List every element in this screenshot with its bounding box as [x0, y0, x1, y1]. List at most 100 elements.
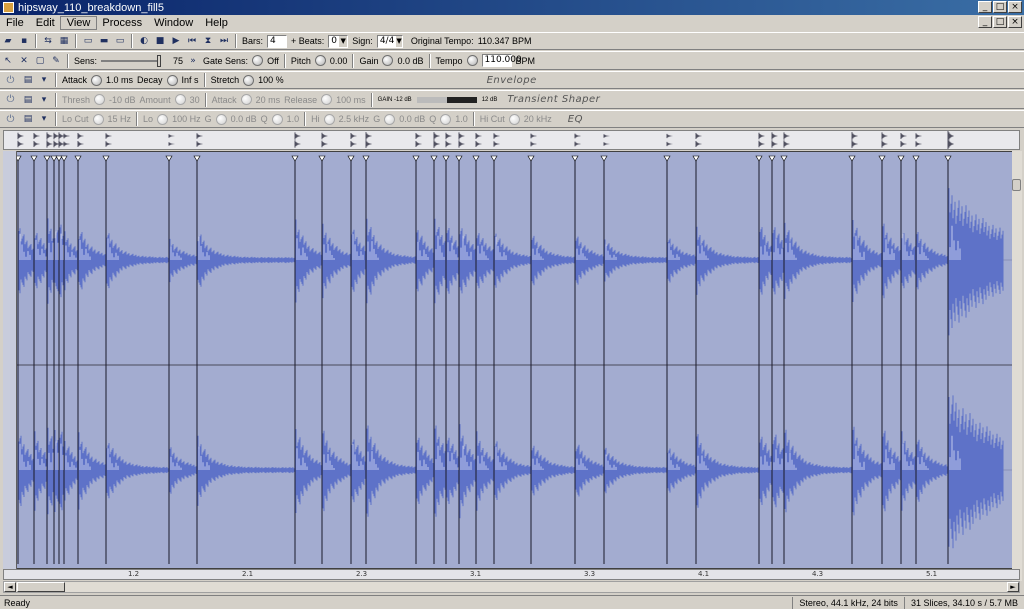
hi-g-knob[interactable]: [384, 113, 396, 125]
slice-marker[interactable]: [291, 155, 299, 564]
envelope-power-icon[interactable]: ⏻: [4, 74, 17, 87]
attack-knob[interactable]: [91, 74, 103, 86]
hi-knob[interactable]: [323, 113, 335, 125]
lo-knob[interactable]: [157, 113, 169, 125]
tempo-knob[interactable]: [466, 55, 478, 66]
slice-marker[interactable]: [600, 155, 608, 564]
slice-marker[interactable]: [527, 155, 535, 564]
chevron-down-icon[interactable]: ▾: [37, 112, 51, 126]
transient-preset-icon[interactable]: ▤: [21, 93, 35, 107]
gain-knob[interactable]: [382, 55, 394, 66]
gain-meter-left-label: GAIN -12 dB: [377, 96, 412, 103]
slice-marker[interactable]: [165, 155, 173, 564]
menu-window[interactable]: Window: [148, 17, 199, 29]
bars-input[interactable]: 4: [267, 34, 288, 48]
status-bar: Ready Stereo, 44.1 kHz, 24 bits 31 Slice…: [0, 595, 1024, 609]
pitch-knob[interactable]: [314, 55, 326, 66]
play-icon[interactable]: ▶: [169, 34, 183, 48]
timeline-ruler[interactable]: 1.2 2.1 2.3 3.1 3.3 4.1 4.3 5.1: [3, 569, 1020, 580]
hi-q-knob[interactable]: [440, 113, 452, 125]
menu-process[interactable]: Process: [96, 17, 148, 29]
maximize-button[interactable]: □: [993, 1, 1007, 13]
doc-minimize-button[interactable]: _: [978, 16, 992, 28]
close-button[interactable]: ×: [1008, 1, 1022, 13]
sign-select[interactable]: 4/4 ▼: [376, 34, 403, 48]
slice-marker[interactable]: [455, 155, 463, 564]
pencil-tool-icon[interactable]: ✎: [49, 54, 63, 68]
slice-marker[interactable]: [412, 155, 420, 564]
hi-value: 2.5 kHz: [338, 114, 370, 124]
window-title: hipsway_110_breakdown_fill5: [18, 1, 164, 14]
slice-marker[interactable]: [193, 155, 201, 564]
slice-marker[interactable]: [347, 155, 355, 564]
minimize-button[interactable]: _: [978, 1, 992, 13]
skip-end-icon[interactable]: ⏭: [217, 34, 231, 48]
loop-icon[interactable]: ⧗: [201, 34, 215, 48]
amount-knob[interactable]: [174, 94, 186, 105]
stretch-knob[interactable]: [243, 74, 255, 86]
layout-2-icon[interactable]: ▬: [97, 34, 111, 48]
lock-tool-icon[interactable]: ▢: [33, 54, 47, 68]
envelope-preset-icon[interactable]: ▤: [21, 73, 35, 87]
save-icon[interactable]: ▪: [17, 34, 31, 48]
slice-marker[interactable]: [755, 155, 763, 564]
slice-marker[interactable]: [43, 155, 51, 564]
menu-help[interactable]: Help: [199, 17, 234, 29]
chevron-down-icon[interactable]: ▾: [37, 93, 51, 107]
chevron-down-icon[interactable]: ▾: [37, 73, 51, 87]
scroll-left-button[interactable]: ◄: [4, 582, 16, 592]
grid-view-icon[interactable]: ▦: [57, 34, 71, 48]
slice-marker[interactable]: [912, 155, 920, 564]
transient-power-icon[interactable]: ⏻: [4, 93, 17, 106]
hicut-knob[interactable]: [508, 113, 520, 125]
beats-select[interactable]: 0 ▼: [328, 34, 349, 48]
layout-3-icon[interactable]: ▭: [113, 34, 127, 48]
overview-waveform: [17, 130, 954, 150]
layout-1-icon[interactable]: ▭: [81, 34, 95, 48]
slice-marker[interactable]: [768, 155, 776, 564]
fast-forward-icon[interactable]: »: [186, 54, 200, 68]
sens-slider-thumb[interactable]: [157, 54, 162, 67]
slice-marker[interactable]: [442, 155, 450, 564]
split-view-icon[interactable]: ⇆: [41, 34, 55, 48]
locut-knob[interactable]: [92, 113, 104, 125]
lo-g-knob[interactable]: [215, 113, 227, 125]
slice-marker[interactable]: [102, 155, 110, 564]
menu-edit[interactable]: Edit: [30, 17, 61, 29]
stop-icon[interactable]: ■: [153, 34, 167, 48]
menu-file[interactable]: File: [0, 17, 30, 29]
release-knob[interactable]: [321, 94, 333, 105]
skip-start-icon[interactable]: ⏮: [185, 34, 199, 48]
sens-slider[interactable]: [101, 54, 162, 67]
lo-q-knob[interactable]: [271, 113, 283, 125]
slice-marker[interactable]: [571, 155, 579, 564]
slice-marker[interactable]: [74, 155, 82, 564]
horizontal-scroll-thumb[interactable]: [17, 582, 65, 592]
tempo-input[interactable]: 110.000: [481, 54, 522, 67]
thresh-knob[interactable]: [94, 94, 106, 105]
menu-view[interactable]: View: [59, 15, 98, 30]
eq-panel: ⏻ ▤ ▾ Lo Cut 15 Hz Lo 100 Hz G 0.0 dB Q …: [0, 110, 1024, 128]
decay-knob[interactable]: [166, 74, 178, 86]
slice-marker[interactable]: [663, 155, 671, 564]
slice-marker[interactable]: [30, 155, 38, 564]
doc-close-button[interactable]: ×: [1008, 16, 1022, 28]
slice-marker[interactable]: [897, 155, 905, 564]
scroll-right-button[interactable]: ►: [1007, 582, 1019, 592]
vertical-zoom-thumb[interactable]: [1012, 179, 1021, 191]
erase-tool-icon[interactable]: ✕: [17, 54, 31, 68]
record-icon[interactable]: ◐: [137, 34, 151, 48]
slice-marker[interactable]: [490, 155, 498, 564]
ts-attack-knob[interactable]: [240, 94, 252, 105]
waveform-overview[interactable]: [3, 130, 1020, 150]
gate-sens-knob[interactable]: [252, 55, 264, 66]
horizontal-scrollbar[interactable]: ◄ ►: [3, 581, 1020, 593]
eq-preset-icon[interactable]: ▤: [21, 112, 35, 126]
doc-restore-button[interactable]: □: [993, 16, 1007, 28]
open-icon[interactable]: ▰: [1, 34, 15, 48]
vertical-zoom-scrollbar[interactable]: [1012, 151, 1022, 581]
eq-power-icon[interactable]: ⏻: [4, 113, 17, 126]
pointer-tool-icon[interactable]: ↖: [1, 54, 15, 68]
slice-marker[interactable]: [472, 155, 480, 564]
waveform-editor[interactable]: [3, 151, 1020, 569]
